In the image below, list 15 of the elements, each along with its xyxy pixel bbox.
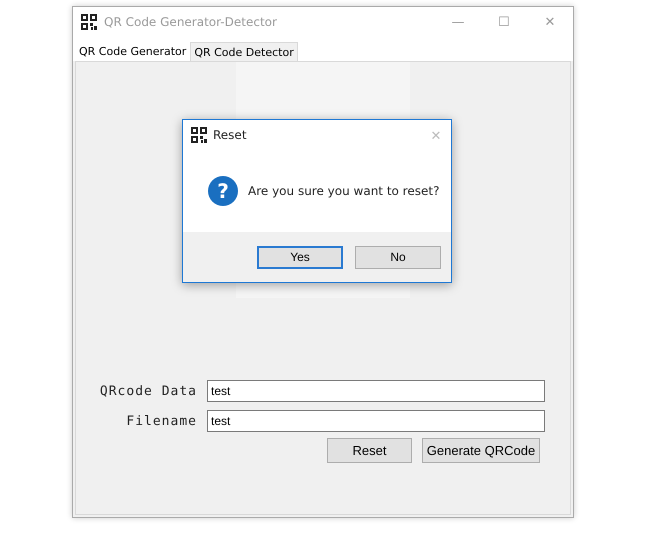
dialog-message: Are you sure you want to reset?	[248, 184, 440, 198]
qr-code-icon	[191, 127, 207, 143]
field-label: QRcode Data	[98, 384, 197, 398]
generate-button[interactable]: Generate QRCode	[422, 438, 540, 463]
input-field[interactable]: test	[207, 410, 545, 432]
dialog-title: Reset	[213, 128, 248, 142]
input-field[interactable]: test	[207, 380, 545, 402]
reset-button[interactable]: Reset	[327, 438, 412, 463]
no-button[interactable]: No	[355, 246, 441, 268]
window-title: QR Code Generator-Detector	[104, 15, 278, 29]
field-label: Filename	[125, 414, 197, 428]
yes-button[interactable]: Yes	[257, 246, 343, 268]
qr-code-icon	[81, 14, 97, 30]
tab[interactable]: QR Code Detector	[190, 42, 298, 62]
question-icon: ?	[208, 176, 238, 206]
